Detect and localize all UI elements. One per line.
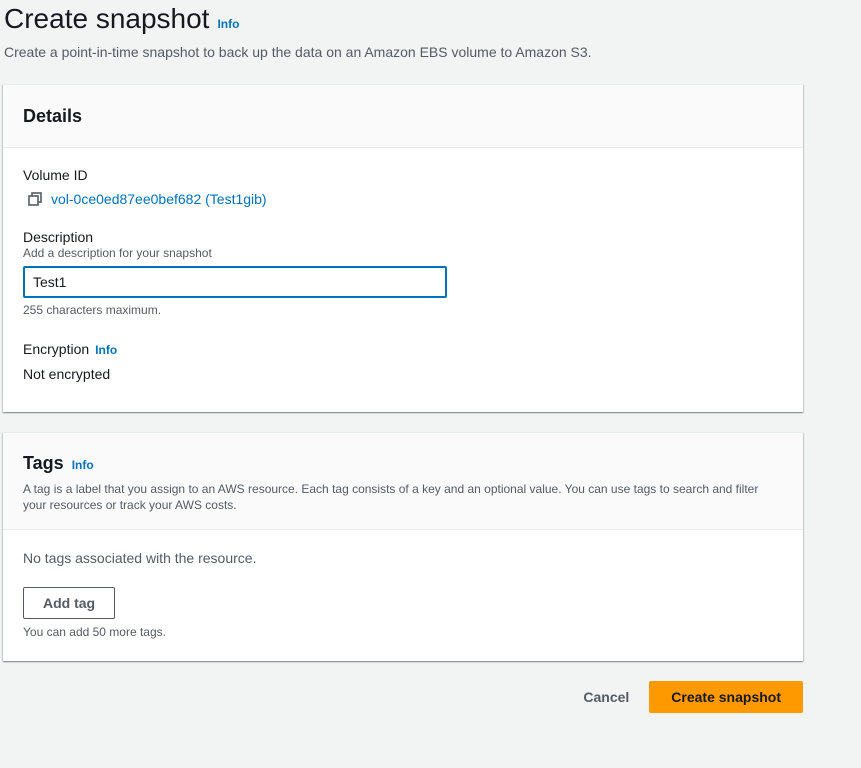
- description-hint: Add a description for your snapshot: [23, 246, 212, 260]
- create-snapshot-button[interactable]: Create snapshot: [649, 681, 803, 713]
- volume-id-field: Volume ID vol-0ce0ed87ee0bef682 (Test1gi…: [23, 166, 783, 207]
- tags-panel: Tags Info A tag is a label that you assi…: [3, 432, 803, 661]
- details-panel-body: Volume ID vol-0ce0ed87ee0bef682 (Test1gi…: [3, 166, 803, 382]
- page-title: Create snapshot: [4, 3, 210, 34]
- create-snapshot-page: Create snapshot Info Create a point-in-t…: [0, 0, 861, 768]
- add-tag-button[interactable]: Add tag: [23, 587, 116, 619]
- no-tags-text: No tags associated with the resource.: [23, 550, 257, 566]
- volume-id-link[interactable]: vol-0ce0ed87ee0bef682 (Test1gib): [51, 191, 267, 207]
- volume-id-row: vol-0ce0ed87ee0bef682 (Test1gib): [23, 191, 783, 207]
- tags-description: A tag is a label that you assign to an A…: [23, 482, 759, 512]
- page-subtitle: Create a point-in-time snapshot to back …: [4, 44, 592, 60]
- tags-limit-text: You can add 50 more tags.: [23, 625, 166, 639]
- form-actions: Cancel Create snapshot: [563, 681, 803, 713]
- description-input[interactable]: [23, 266, 447, 298]
- tags-title: Tags: [23, 453, 64, 473]
- encryption-info-link[interactable]: Info: [95, 343, 117, 357]
- details-title: Details: [23, 105, 83, 126]
- encryption-value: Not encrypted: [23, 366, 111, 382]
- encryption-field: Encryption Info Not encrypted: [23, 340, 783, 382]
- copy-icon[interactable]: [27, 191, 43, 207]
- details-panel-header: Details: [3, 85, 803, 148]
- add-tag-wrapper: Add tag: [23, 587, 783, 619]
- encryption-label: Encryption: [23, 341, 90, 357]
- page-header: Create snapshot Info Create a point-in-t…: [4, 2, 592, 61]
- tags-title-row: Tags Info: [23, 453, 783, 474]
- description-field: Description Add a description for your s…: [23, 228, 783, 317]
- title-row: Create snapshot Info: [4, 2, 592, 36]
- tags-panel-body: No tags associated with the resource. Ad…: [3, 550, 803, 639]
- description-constraint: 255 characters maximum.: [23, 303, 162, 317]
- encryption-label-row: Encryption Info: [23, 340, 783, 358]
- page-info-link[interactable]: Info: [217, 17, 239, 31]
- tags-panel-header: Tags Info A tag is a label that you assi…: [3, 433, 803, 530]
- cancel-button[interactable]: Cancel: [563, 681, 649, 713]
- description-label: Description: [23, 229, 94, 245]
- details-panel: Details Volume ID vol-0ce0ed87ee0bef682 …: [3, 84, 803, 412]
- volume-id-label: Volume ID: [23, 167, 88, 183]
- tags-info-link[interactable]: Info: [72, 458, 94, 472]
